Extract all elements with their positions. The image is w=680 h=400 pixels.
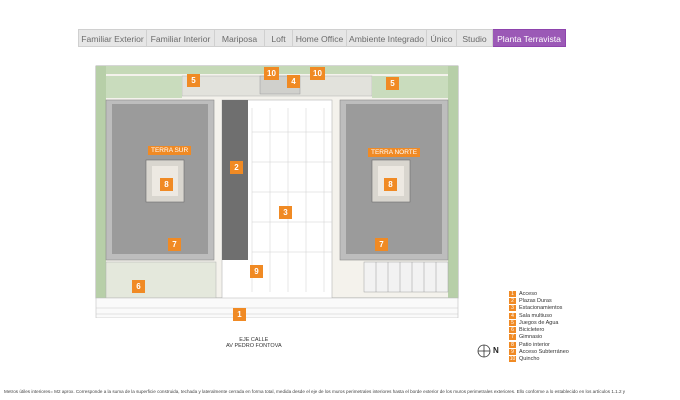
legend-item: 8 Patio interior: [509, 341, 629, 348]
tower-label-terra-norte: TERRA NORTE: [368, 148, 421, 157]
legend-item: 4 Sala multiuso: [509, 312, 629, 319]
legend-text: Acceso Subterráneo: [519, 349, 569, 356]
tab-planta-terravista[interactable]: Planta Terravista: [493, 29, 566, 47]
legend-number: 9: [509, 349, 516, 356]
badge-10-right: 10: [310, 67, 325, 80]
badge-1: 1: [233, 308, 246, 321]
tower-label-terra-sur: TERRA SUR: [148, 146, 192, 155]
street-label: EJE CALLE AV PEDRO FONTOVA: [226, 337, 282, 349]
footnote: Metros útiles interiores= M2 aprox. Corr…: [4, 389, 626, 394]
site-plan: 10 4 10 5 5 2 8 8 3 7 7 9 6 1 TERRA SUR …: [92, 62, 462, 321]
tab-mariposa[interactable]: Mariposa: [215, 29, 265, 47]
tab-studio[interactable]: Studio: [457, 29, 493, 47]
legend-item: 3 Estacionamientos: [509, 305, 629, 312]
legend-number: 2: [509, 297, 516, 304]
legend-text: Patio interior: [519, 341, 550, 348]
badge-9: 9: [250, 265, 263, 278]
badge-5-right: 5: [386, 77, 399, 90]
legend-number: 3: [509, 305, 516, 312]
legend-number: 4: [509, 312, 516, 319]
legend-text: Quincho: [519, 356, 540, 363]
tab-loft[interactable]: Loft: [265, 29, 293, 47]
unit-type-tabs: Familiar Exterior Familiar Interior Mari…: [78, 29, 566, 47]
tab-unico[interactable]: Único: [427, 29, 457, 47]
tab-familiar-exterior[interactable]: Familiar Exterior: [78, 29, 147, 47]
badge-4: 4: [287, 75, 300, 88]
legend: 1 Acceso 2 Plazas Duras 3 Estacionamientos …: [509, 290, 629, 363]
badge-7-left: 7: [168, 238, 181, 251]
badge-10-left: 10: [264, 67, 279, 80]
site-plan-drawing: [95, 65, 459, 319]
badge-3: 3: [279, 206, 292, 219]
street-label-line2: AV PEDRO FONTOVA: [226, 343, 282, 349]
legend-item: 1 Acceso: [509, 290, 629, 297]
badge-6: 6: [132, 280, 145, 293]
legend-text: Acceso: [519, 290, 538, 297]
badge-8-left: 8: [160, 178, 173, 191]
legend-text: Bicicletero: [519, 327, 545, 334]
legend-number: 5: [509, 319, 516, 326]
legend-item: 2 Plazas Duras: [509, 297, 629, 304]
legend-item: 5 Juegos de Agua: [509, 319, 629, 326]
tab-home-office[interactable]: Home Office: [293, 29, 347, 47]
legend-item: 10 Quincho: [509, 356, 629, 363]
legend-number: 6: [509, 327, 516, 334]
legend-item: 9 Acceso Subterráneo: [509, 348, 629, 356]
tab-ambiente-integrado[interactable]: Ambiente Integrado: [347, 29, 427, 47]
legend-number: 7: [509, 334, 516, 341]
badge-7-right: 7: [375, 238, 388, 251]
legend-text: Plazas Duras: [519, 297, 552, 304]
badge-2: 2: [230, 161, 243, 174]
legend-text: Sala multiuso: [519, 312, 553, 319]
badge-8-right: 8: [384, 178, 397, 191]
legend-text: Gimnasio: [519, 334, 543, 341]
legend-item: 7 Gimnasio: [509, 334, 629, 341]
legend-text: Juegos de Agua: [519, 319, 559, 326]
north-arrow-icon: N: [476, 343, 506, 359]
tab-familiar-interior[interactable]: Familiar Interior: [147, 29, 215, 47]
north-label: N: [493, 346, 499, 355]
legend-number: 8: [509, 341, 516, 348]
legend-item: 6 Bicicletero: [509, 326, 629, 334]
legend-text: Estacionamientos: [519, 305, 563, 312]
legend-number: 10: [509, 356, 516, 363]
badge-5-left: 5: [187, 74, 200, 87]
legend-number: 1: [509, 290, 516, 297]
